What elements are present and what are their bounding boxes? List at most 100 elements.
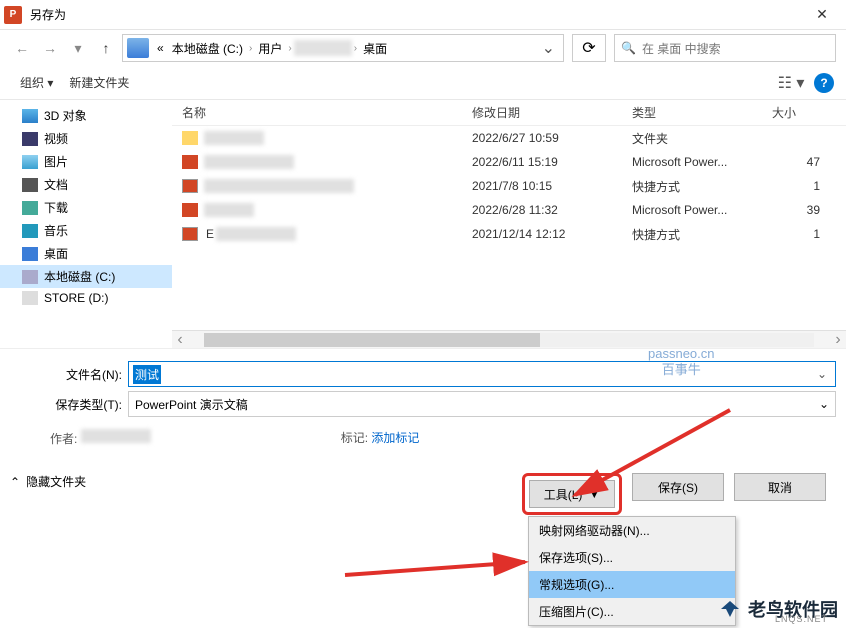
refresh-button[interactable]: ⟳ <box>572 34 606 62</box>
file-row[interactable]: E 2021/12/14 12:12 快捷方式 1 <box>172 222 846 246</box>
dropdown-item-compress[interactable]: 压缩图片(C)... <box>529 598 735 625</box>
tools-label: 工具(L) <box>544 486 583 503</box>
sidebar-item-label: 3D 对象 <box>44 107 87 124</box>
file-type: 快捷方式 <box>632 226 772 243</box>
col-name[interactable]: 名称 <box>172 104 472 121</box>
file-date: 2022/6/28 11:32 <box>472 203 632 217</box>
file-size: 39 <box>772 203 828 217</box>
filename-redacted <box>216 227 296 241</box>
hide-folders-label: 隐藏文件夹 <box>26 473 86 490</box>
filename-redacted <box>204 203 254 217</box>
filename-label: 文件名(N): <box>10 366 128 383</box>
drive-icon <box>22 270 38 284</box>
drive-icon <box>127 38 149 58</box>
music-icon <box>22 224 38 238</box>
watermark-lnqs: 老鸟软件园 LNQS.NET <box>718 596 838 622</box>
view-options-button[interactable]: ☷ ▾ <box>776 73 806 93</box>
chevron-down-icon: ⌃ <box>10 475 20 489</box>
sidebar-item-label: 本地磁盘 (C:) <box>44 268 115 285</box>
search-placeholder: 在 桌面 中搜索 <box>642 40 721 57</box>
file-row[interactable]: 2022/6/28 11:32 Microsoft Power... 39 <box>172 198 846 222</box>
filename-redacted <box>204 179 354 193</box>
close-button[interactable]: ✕ <box>802 6 842 23</box>
sidebar-item-downloads[interactable]: 下载 <box>0 196 172 219</box>
recent-dropdown[interactable]: ▾ <box>66 36 90 60</box>
filename-redacted <box>204 131 264 145</box>
3d-icon <box>22 109 38 123</box>
breadcrumb[interactable]: « 本地磁盘 (C:) › 用户 › › 桌面 ⌄ <box>122 34 564 62</box>
chevron-down-icon: ▼ <box>588 487 600 501</box>
sidebar-item-desktop[interactable]: 桌面 <box>0 242 172 265</box>
file-size: 1 <box>772 227 828 241</box>
breadcrumb-item[interactable]: 本地磁盘 (C:) <box>168 40 247 57</box>
column-headers[interactable]: 名称 修改日期 类型 大小 <box>172 100 846 126</box>
shortcut-icon <box>182 179 198 193</box>
filename-input[interactable]: 测试 ⌄ <box>128 361 836 387</box>
file-date: 2021/12/14 12:12 <box>472 227 632 241</box>
sidebar-item-label: STORE (D:) <box>44 291 108 305</box>
pictures-icon <box>22 155 38 169</box>
breadcrumb-dropdown[interactable]: ⌄ <box>534 38 563 58</box>
filetype-label: 保存类型(T): <box>10 396 128 413</box>
sidebar: 3D 对象 视频 图片 文档 下载 音乐 桌面 本地磁盘 (C:) STORE … <box>0 100 172 348</box>
dropdown-item-saveoptions[interactable]: 保存选项(S)... <box>529 544 735 571</box>
downloads-icon <box>22 201 38 215</box>
sidebar-item-pictures[interactable]: 图片 <box>0 150 172 173</box>
help-button[interactable]: ? <box>814 73 834 93</box>
breadcrumb-item[interactable]: 桌面 <box>359 40 391 57</box>
chevron-down-icon: ⌄ <box>819 397 829 411</box>
tools-button[interactable]: 工具(L) ▼ <box>529 480 615 508</box>
col-date[interactable]: 修改日期 <box>472 104 632 121</box>
tags-label: 标记: <box>341 431 368 445</box>
sidebar-item-3d[interactable]: 3D 对象 <box>0 104 172 127</box>
organize-button[interactable]: 组织 ▾ <box>12 70 61 95</box>
forward-button: → <box>38 36 62 60</box>
sidebar-item-label: 视频 <box>44 130 68 147</box>
file-row[interactable]: 2022/6/11 15:19 Microsoft Power... 47 <box>172 150 846 174</box>
folder-icon <box>182 131 198 145</box>
file-size: 1 <box>772 179 828 193</box>
col-size[interactable]: 大小 <box>772 104 828 121</box>
file-type: Microsoft Power... <box>632 155 772 169</box>
chevron-right-icon: › <box>352 43 359 54</box>
file-list: 2022/6/27 10:59 文件夹 2022/6/11 15:19 Micr… <box>172 126 846 330</box>
back-button[interactable]: ← <box>10 36 34 60</box>
sidebar-item-music[interactable]: 音乐 <box>0 219 172 242</box>
bird-icon <box>718 597 742 621</box>
filename-partial: E <box>204 227 214 241</box>
chevron-right-icon: › <box>247 43 254 54</box>
sidebar-item-video[interactable]: 视频 <box>0 127 172 150</box>
sidebar-item-documents[interactable]: 文档 <box>0 173 172 196</box>
search-icon: 🔍 <box>621 41 636 55</box>
up-button[interactable]: ↑ <box>94 36 118 60</box>
annotation-highlight-tools: 工具(L) ▼ <box>522 473 622 515</box>
cancel-button[interactable]: 取消 <box>734 473 826 501</box>
tags-input[interactable]: 添加标记 <box>371 431 419 445</box>
dropdown-item-network[interactable]: 映射网络驱动器(N)... <box>529 517 735 544</box>
save-button[interactable]: 保存(S) <box>632 473 724 501</box>
sidebar-item-label: 音乐 <box>44 222 68 239</box>
chevron-down-icon[interactable]: ⌄ <box>813 367 831 381</box>
scrollbar-thumb[interactable] <box>204 333 540 347</box>
shortcut-icon <box>182 227 198 241</box>
desktop-icon <box>22 247 38 261</box>
breadcrumb-item-redacted[interactable] <box>294 40 352 56</box>
hide-folders-toggle[interactable]: ⌃ 隐藏文件夹 <box>10 473 86 490</box>
author-label: 作者: <box>50 432 77 446</box>
newfolder-button[interactable]: 新建文件夹 <box>61 70 137 95</box>
search-input[interactable]: 🔍 在 桌面 中搜索 <box>614 34 836 62</box>
horizontal-scrollbar[interactable]: ‹ › <box>172 330 846 348</box>
file-row[interactable]: 2021/7/8 10:15 快捷方式 1 <box>172 174 846 198</box>
window-title: 另存为 <box>30 6 66 23</box>
file-type: 文件夹 <box>632 130 772 147</box>
file-row[interactable]: 2022/6/27 10:59 文件夹 <box>172 126 846 150</box>
sidebar-item-drive-d[interactable]: STORE (D:) <box>0 288 172 308</box>
filetype-combo[interactable]: PowerPoint 演示文稿 ⌄ <box>128 391 836 417</box>
file-size: 47 <box>772 155 828 169</box>
filename-value: 测试 <box>133 365 161 384</box>
sidebar-item-drive-c[interactable]: 本地磁盘 (C:) <box>0 265 172 288</box>
col-type[interactable]: 类型 <box>632 104 772 121</box>
author-value-redacted[interactable] <box>81 429 151 443</box>
dropdown-item-generaloptions[interactable]: 常规选项(G)... <box>529 571 735 598</box>
breadcrumb-item[interactable]: 用户 <box>254 40 286 57</box>
